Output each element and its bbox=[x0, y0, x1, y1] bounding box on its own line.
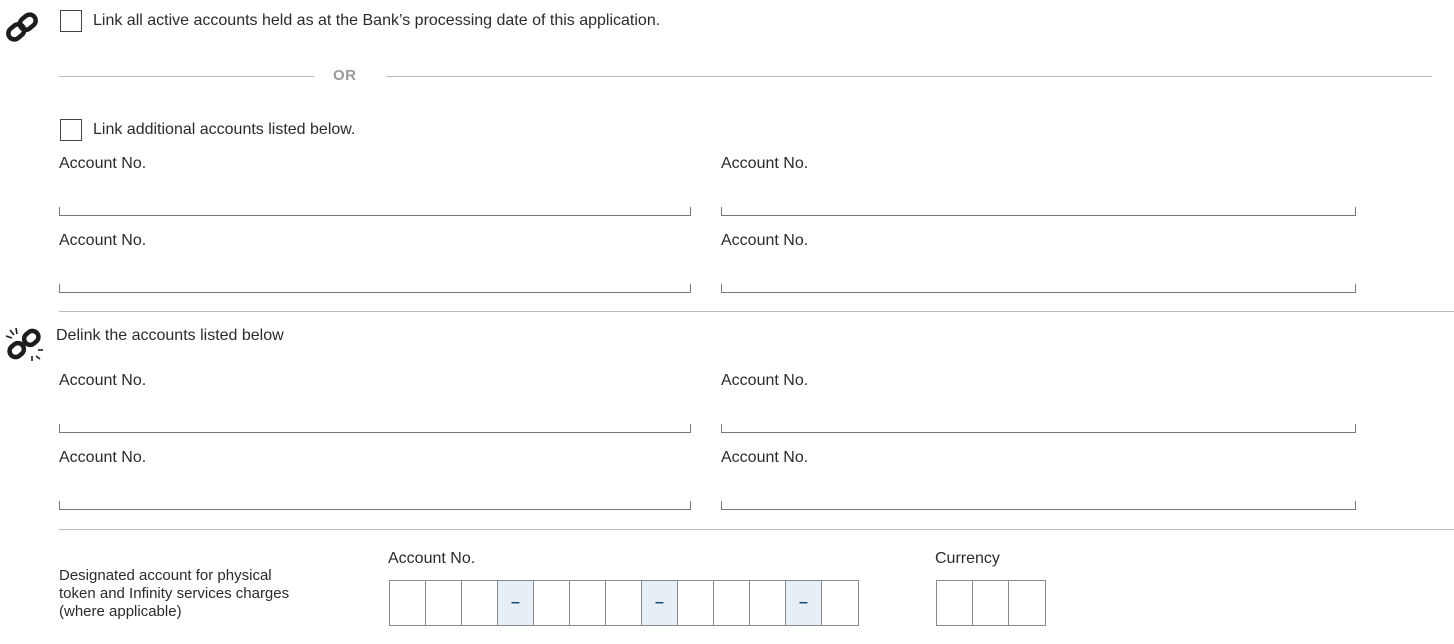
account-digit-cell[interactable] bbox=[750, 581, 786, 625]
or-divider-left bbox=[59, 76, 314, 77]
delink-account-field-4[interactable] bbox=[721, 501, 1356, 510]
account-digit-cell[interactable] bbox=[534, 581, 570, 625]
link-all-accounts-label: Link all active accounts held as at the … bbox=[93, 12, 661, 29]
currency-char-cell[interactable] bbox=[1009, 581, 1045, 625]
account-separator-cell: – bbox=[786, 581, 822, 625]
section-divider-1 bbox=[59, 311, 1454, 312]
link-account-label-1: Account No. bbox=[59, 155, 147, 172]
section-divider-2 bbox=[59, 529, 1454, 530]
link-account-label-3: Account No. bbox=[59, 232, 147, 249]
link-account-label-2: Account No. bbox=[721, 155, 809, 172]
designated-account-label: Account No. bbox=[388, 550, 476, 567]
account-separator-cell: – bbox=[498, 581, 534, 625]
delink-account-field-1[interactable] bbox=[59, 424, 691, 433]
account-digit-cell[interactable] bbox=[678, 581, 714, 625]
dash-separator: – bbox=[511, 594, 520, 611]
broken-link-icon bbox=[5, 327, 43, 361]
account-digit-cell[interactable] bbox=[822, 581, 858, 625]
delink-account-label-4: Account No. bbox=[721, 449, 809, 466]
or-divider-right bbox=[386, 76, 1432, 77]
account-digit-cell[interactable] bbox=[462, 581, 498, 625]
dash-separator: – bbox=[655, 594, 664, 611]
account-digit-cell[interactable] bbox=[606, 581, 642, 625]
delink-section-title: Delink the accounts listed below bbox=[56, 327, 284, 344]
link-additional-accounts-label: Link additional accounts listed below. bbox=[93, 121, 356, 138]
account-digit-cell[interactable] bbox=[390, 581, 426, 625]
account-digit-cell[interactable] bbox=[570, 581, 606, 625]
account-digit-cell[interactable] bbox=[426, 581, 462, 625]
link-account-field-2[interactable] bbox=[721, 207, 1356, 216]
link-additional-accounts-checkbox[interactable] bbox=[60, 119, 82, 141]
currency-input-grid bbox=[936, 580, 1046, 626]
currency-label: Currency bbox=[935, 550, 1000, 567]
currency-char-cell[interactable] bbox=[937, 581, 973, 625]
link-account-field-3[interactable] bbox=[59, 284, 691, 293]
dash-separator: – bbox=[799, 594, 808, 611]
link-account-label-4: Account No. bbox=[721, 232, 809, 249]
link-icon bbox=[6, 12, 38, 42]
or-label: OR bbox=[333, 67, 357, 84]
delink-account-label-1: Account No. bbox=[59, 372, 147, 389]
link-account-field-1[interactable] bbox=[59, 207, 691, 216]
account-separator-cell: – bbox=[642, 581, 678, 625]
designated-account-description: Designated account for physical token an… bbox=[59, 567, 290, 620]
currency-char-cell[interactable] bbox=[973, 581, 1009, 625]
link-account-field-4[interactable] bbox=[721, 284, 1356, 293]
link-all-accounts-checkbox[interactable] bbox=[60, 10, 82, 32]
account-digit-cell[interactable] bbox=[714, 581, 750, 625]
delink-account-field-3[interactable] bbox=[59, 501, 691, 510]
delink-account-label-2: Account No. bbox=[721, 372, 809, 389]
delink-account-label-3: Account No. bbox=[59, 449, 147, 466]
delink-account-field-2[interactable] bbox=[721, 424, 1356, 433]
designated-account-input-grid: – – – bbox=[389, 580, 859, 626]
